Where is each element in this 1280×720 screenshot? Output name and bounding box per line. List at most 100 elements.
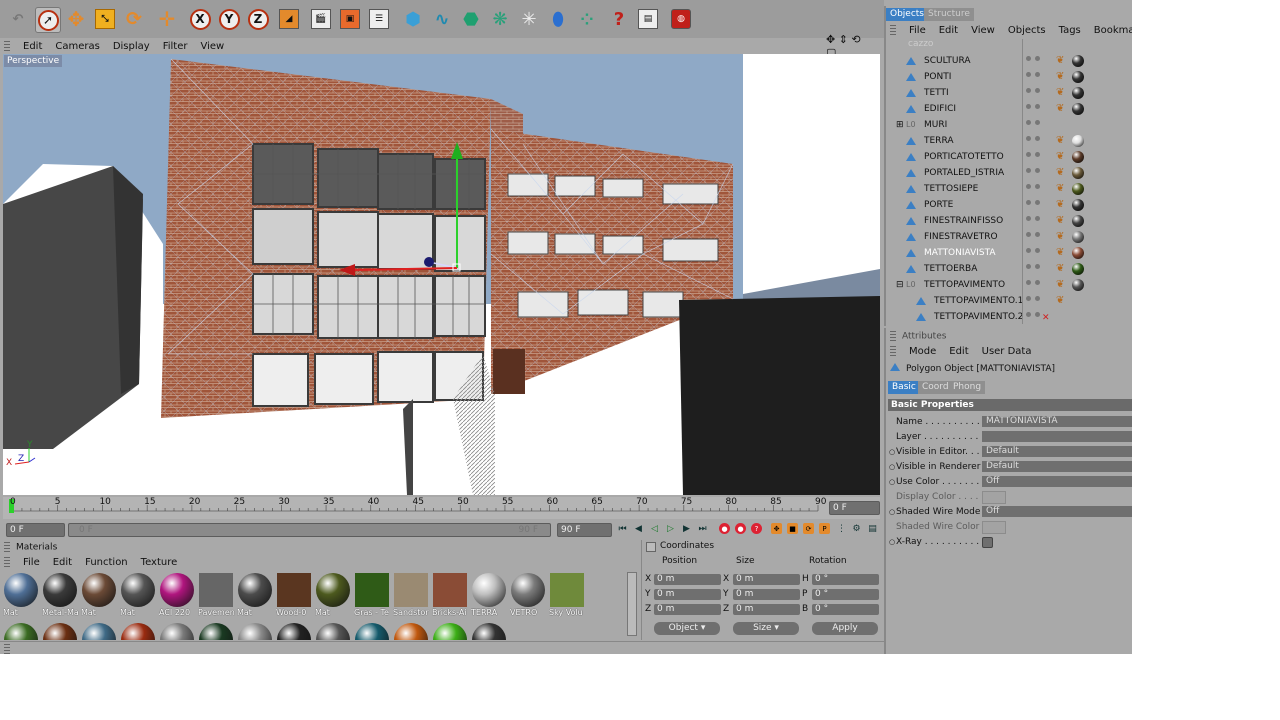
material-swatch[interactable]: Gras - Te — [354, 572, 391, 618]
material-swatch[interactable]: Sandstor — [393, 572, 430, 618]
rotate-tool-icon[interactable]: ⟳ — [122, 7, 146, 31]
viewport-menu-cameras[interactable]: Cameras — [55, 41, 99, 52]
texture-tag-icon[interactable]: ❦ — [1056, 71, 1068, 83]
material-swatch[interactable]: Metal-Ma — [42, 572, 79, 618]
visibility-dots-icon[interactable] — [1026, 312, 1042, 322]
material-swatch[interactable]: Mat — [237, 572, 274, 618]
objects-menu-tags[interactable]: Tags — [1059, 25, 1081, 36]
attribute-value-field[interactable]: Default — [982, 461, 1132, 472]
objects-menu-objects[interactable]: Objects — [1008, 25, 1046, 36]
position-field[interactable]: 0 m — [654, 589, 721, 600]
texture-tag-icon[interactable]: ❦ — [1056, 279, 1068, 291]
visibility-dots-icon[interactable] — [1026, 216, 1042, 226]
attribute-value-field[interactable]: Default — [982, 446, 1132, 457]
current-frame-field[interactable]: 0 F — [829, 501, 880, 515]
y-axis-lock-icon[interactable]: Y — [217, 7, 241, 31]
attribute-value-field[interactable]: MATTONIAVISTA — [982, 416, 1132, 427]
tab-structure[interactable]: Structure — [924, 8, 974, 21]
objects-menu-view[interactable]: View — [971, 25, 995, 36]
material-swatch[interactable]: VETRO — [510, 572, 547, 618]
3d-viewport[interactable]: Y X Z — [3, 54, 880, 495]
object-row[interactable]: SCULTURA ❦ — [886, 53, 1132, 69]
goto-start-icon[interactable]: ⏮ — [616, 522, 629, 535]
array-icon[interactable]: ❋ — [488, 7, 512, 31]
xray-checkbox[interactable] — [982, 537, 993, 548]
visibility-dots-icon[interactable] — [1026, 280, 1042, 290]
material-tag-icon[interactable] — [1072, 199, 1084, 211]
tab-basic[interactable]: Basic — [888, 381, 920, 394]
texture-tag-icon[interactable]: ❦ — [1056, 87, 1068, 99]
texture-tag-icon[interactable]: ❦ — [1056, 183, 1068, 195]
environment-icon[interactable]: ⬮ — [546, 7, 570, 31]
visibility-dots-icon[interactable] — [1026, 168, 1042, 178]
material-swatch[interactable] — [393, 622, 430, 640]
material-tag-icon[interactable] — [1072, 71, 1084, 83]
material-swatch[interactable] — [159, 622, 196, 640]
object-row[interactable]: MATTONIAVISTA ❦ — [886, 245, 1132, 261]
animation-dot-icon[interactable]: ○ — [889, 535, 895, 549]
key-position-icon[interactable]: ✥ — [771, 523, 782, 534]
render-picture-viewer-icon[interactable]: ▣ — [338, 7, 362, 31]
materials-scrollbar[interactable] — [627, 572, 637, 636]
animation-dot-icon[interactable]: ○ — [889, 505, 895, 519]
tab-coord[interactable]: Coord — [918, 381, 953, 394]
spline-icon[interactable]: ∿ — [430, 7, 454, 31]
undo-icon[interactable]: ↶ — [6, 7, 30, 31]
animation-dot-icon[interactable]: ○ — [889, 475, 895, 489]
object-row[interactable]: PORTALED_ISTRIA ❦ — [886, 165, 1132, 181]
object-row[interactable]: TETTOERBA ❦ — [886, 261, 1132, 277]
object-row[interactable]: TETTOSIEPE ❦ — [886, 181, 1132, 197]
visibility-dots-icon[interactable] — [1026, 136, 1042, 146]
camera-scatter-icon[interactable]: ⁘ — [575, 7, 599, 31]
objects-menu-bookmarks[interactable]: Bookmarks — [1094, 25, 1132, 36]
material-swatch[interactable] — [42, 622, 79, 640]
material-swatch[interactable] — [354, 622, 391, 640]
z-axis-lock-icon[interactable]: Z — [246, 7, 270, 31]
material-tag-icon[interactable] — [1072, 279, 1084, 291]
material-swatch[interactable] — [237, 622, 274, 640]
x-axis-lock-icon[interactable]: X — [188, 7, 212, 31]
start-frame-field[interactable]: 0 F — [6, 523, 65, 537]
material-tag-icon[interactable] — [1072, 231, 1084, 243]
autokey-icon[interactable]: ● — [735, 523, 746, 534]
texture-tag-icon[interactable]: ❦ — [1056, 263, 1068, 275]
object-row[interactable]: PORTE ❦ — [886, 197, 1132, 213]
material-tag-icon[interactable] — [1072, 55, 1084, 67]
object-row[interactable]: TETTOPAVIMENTO.1 ❦ — [886, 293, 1132, 309]
live-selection-icon[interactable]: ✛ — [155, 7, 179, 31]
web-icon[interactable]: ◍ — [669, 7, 693, 31]
object-row[interactable]: FINESTRAVETRO ❦ — [886, 229, 1132, 245]
attribute-value-field[interactable]: Off — [982, 476, 1132, 487]
material-swatch[interactable] — [276, 622, 313, 640]
animation-dot-icon[interactable]: ○ — [889, 460, 895, 474]
world-coordinates-icon[interactable]: ◢ — [277, 7, 301, 31]
objects-menu-file[interactable]: File — [909, 25, 926, 36]
texture-tag-icon[interactable]: ❦ — [1056, 231, 1068, 243]
cube-primitive-icon[interactable]: ⬢ — [401, 7, 425, 31]
rotation-field[interactable]: 0 ° — [812, 604, 879, 615]
texture-tag-icon[interactable]: ❦ — [1056, 135, 1068, 147]
key-rotation-icon[interactable]: ⟳ — [803, 523, 814, 534]
material-swatch[interactable] — [471, 622, 508, 640]
visibility-dots-icon[interactable] — [1026, 152, 1042, 162]
render-settings-icon[interactable]: ☰ — [367, 7, 391, 31]
visibility-dots-icon[interactable] — [1026, 88, 1042, 98]
texture-tag-icon[interactable]: ❦ — [1056, 55, 1068, 67]
range-slider[interactable]: 0 F 90 F — [68, 523, 551, 537]
texture-tag-icon[interactable]: ❦ — [1056, 199, 1068, 211]
position-field[interactable]: 0 m — [654, 574, 721, 585]
material-swatch[interactable]: ACI 220 — [159, 572, 196, 618]
materials-menu-function[interactable]: Function — [85, 557, 128, 568]
material-tag-icon[interactable] — [1072, 247, 1084, 259]
texture-tag-icon[interactable]: ❦ — [1056, 295, 1068, 307]
key-param-icon[interactable]: P — [819, 523, 830, 534]
render-view-icon[interactable]: 🎬 — [309, 7, 333, 31]
attributes-menu-userdata[interactable]: User Data — [982, 346, 1032, 357]
material-swatch[interactable]: Pavemen — [198, 572, 235, 618]
material-swatch[interactable]: Sky Volu — [549, 572, 586, 618]
material-tag-icon[interactable] — [1072, 263, 1084, 275]
play-backward-icon[interactable]: ◁ — [648, 522, 661, 535]
materials-menu-file[interactable]: File — [23, 557, 40, 568]
viewport-menu-edit[interactable]: Edit — [23, 41, 42, 52]
material-swatch[interactable]: Wood-0 — [276, 572, 313, 618]
